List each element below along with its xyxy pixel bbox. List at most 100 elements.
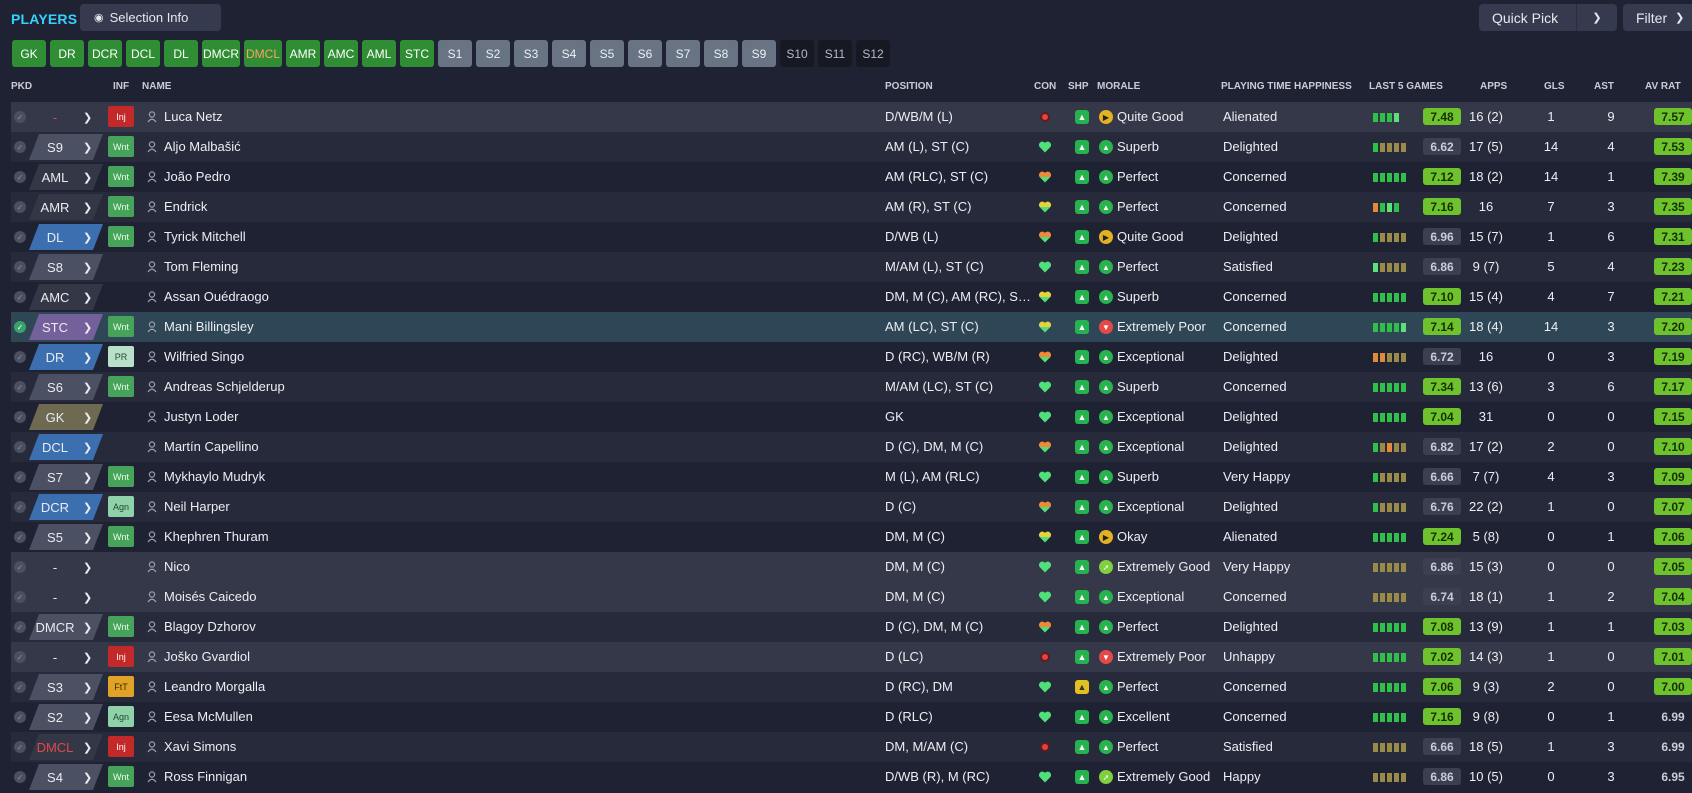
player-name[interactable]: Endrick <box>164 199 207 214</box>
pkd-position-select[interactable]: GK ❯ <box>29 404 103 430</box>
player-name[interactable]: Luca Netz <box>164 109 223 124</box>
player-name[interactable]: João Pedro <box>164 169 231 184</box>
pill-s3[interactable]: S3 <box>514 40 548 67</box>
pick-checkbox[interactable]: ✓ <box>14 141 26 153</box>
table-row[interactable]: ✓ GK ❯ Justyn Loder GK ▲ ▲ Exceptional Delighted… <box>11 402 1692 432</box>
pkd-position-select[interactable]: AMR ❯ <box>29 194 103 220</box>
pick-checkbox[interactable]: ✓ <box>14 381 26 393</box>
pick-checkbox[interactable]: ✓ <box>14 681 26 693</box>
pill-s11[interactable]: S11 <box>818 40 852 67</box>
info-badge[interactable]: Agn <box>108 496 134 517</box>
player-name[interactable]: Tyrick Mitchell <box>164 229 246 244</box>
column-header-ast[interactable]: AST <box>1594 81 1614 92</box>
pill-dcr[interactable]: DCR <box>88 40 122 67</box>
pick-checkbox[interactable]: ✓ <box>14 741 26 753</box>
column-header-last5[interactable]: LAST 5 GAMES <box>1369 81 1443 92</box>
filter-button[interactable]: Filter ❯ <box>1623 4 1692 31</box>
player-name[interactable]: Joško Gvardiol <box>164 649 250 664</box>
pkd-position-select[interactable]: DL ❯ <box>29 224 103 250</box>
pkd-position-select[interactable]: - ❯ <box>29 554 103 580</box>
info-badge[interactable]: Wnt <box>108 136 134 157</box>
selection-info-button[interactable]: ◉ Selection Info <box>80 4 221 31</box>
player-name[interactable]: Martín Capellino <box>164 439 259 454</box>
pick-checkbox[interactable]: ✓ <box>14 771 26 783</box>
pill-s4[interactable]: S4 <box>552 40 586 67</box>
pkd-position-select[interactable]: DR ❯ <box>29 344 103 370</box>
table-row[interactable]: ✓ DR ❯ PR Wilfried Singo D (RC), WB/M (R) ▲ ▲ Ex… <box>11 342 1692 372</box>
pick-checkbox[interactable]: ✓ <box>14 171 26 183</box>
table-row[interactable]: ✓ S9 ❯ Wnt Aljo Malbašić AM (L), ST (C) ▲ ▲ Supe… <box>11 132 1692 162</box>
pill-dr[interactable]: DR <box>50 40 84 67</box>
table-row[interactable]: ✓ AMR ❯ Wnt Endrick AM (R), ST (C) ▲ ▲ Perfect Co… <box>11 192 1692 222</box>
pkd-position-select[interactable]: S7 ❯ <box>29 464 103 490</box>
pkd-position-select[interactable]: DCR ❯ <box>29 494 103 520</box>
player-name[interactable]: Tom Fleming <box>164 259 238 274</box>
column-header-morale[interactable]: MORALE <box>1097 81 1140 92</box>
pkd-position-select[interactable]: S2 ❯ <box>29 704 103 730</box>
table-row[interactable]: ✓ DMCL ❯ Inj Xavi Simons DM, M/AM (C) ▲ ▲ Perfec… <box>11 732 1692 762</box>
table-row[interactable]: ✓ DCL ❯ Martín Capellino D (C), DM, M (C) ▲ ▲ E… <box>11 432 1692 462</box>
pill-s9[interactable]: S9 <box>742 40 776 67</box>
info-badge[interactable]: Wnt <box>108 466 134 487</box>
table-row[interactable]: ✓ DL ❯ Wnt Tyrick Mitchell D/WB (L) ▲ ▶ Quite Go… <box>11 222 1692 252</box>
info-badge[interactable]: Inj <box>108 646 134 667</box>
table-row[interactable]: ✓ AMC ❯ Assan Ouédraogo DM, M (C), AM (RC), … <box>11 282 1692 312</box>
pill-amr[interactable]: AMR <box>286 40 320 67</box>
pick-checkbox[interactable]: ✓ <box>14 501 26 513</box>
pkd-position-select[interactable]: S8 ❯ <box>29 254 103 280</box>
column-header-pth[interactable]: PLAYING TIME HAPPINESS <box>1221 81 1352 92</box>
player-name[interactable]: Justyn Loder <box>164 409 238 424</box>
pkd-position-select[interactable]: S6 ❯ <box>29 374 103 400</box>
pick-checkbox[interactable]: ✓ <box>14 531 26 543</box>
chevron-down-icon[interactable]: ❯ <box>1576 4 1617 31</box>
pill-s10[interactable]: S10 <box>780 40 814 67</box>
player-name[interactable]: Mani Billingsley <box>164 319 254 334</box>
pkd-position-select[interactable]: - ❯ <box>29 584 103 610</box>
pill-amc[interactable]: AMC <box>324 40 358 67</box>
info-badge[interactable]: Inj <box>108 736 134 757</box>
pick-checkbox[interactable]: ✓ <box>14 591 26 603</box>
player-name[interactable]: Nico <box>164 559 190 574</box>
pill-gk[interactable]: GK <box>12 40 46 67</box>
pick-checkbox[interactable]: ✓ <box>14 561 26 573</box>
info-badge[interactable]: Wnt <box>108 766 134 787</box>
pkd-position-select[interactable]: DCL ❯ <box>29 434 103 460</box>
info-badge[interactable]: PR <box>108 346 134 367</box>
pick-checkbox[interactable]: ✓ <box>14 351 26 363</box>
player-name[interactable]: Eesa McMullen <box>164 709 253 724</box>
pkd-position-select[interactable]: DMCL ❯ <box>29 734 103 760</box>
pill-dl[interactable]: DL <box>164 40 198 67</box>
table-row[interactable]: ✓ S6 ❯ Wnt Andreas Schjelderup M/AM (LC), ST … <box>11 372 1692 402</box>
pill-s12[interactable]: S12 <box>856 40 890 67</box>
table-row[interactable]: ✓ - ❯ Inj Joško Gvardiol D (LC) ▲ ▼ Extremely Po… <box>11 642 1692 672</box>
column-header-gls[interactable]: GLS <box>1544 81 1565 92</box>
info-badge[interactable]: Wnt <box>108 526 134 547</box>
info-badge[interactable]: Wnt <box>108 166 134 187</box>
info-badge[interactable]: Wnt <box>108 376 134 397</box>
player-name[interactable]: Andreas Schjelderup <box>164 379 285 394</box>
table-row[interactable]: ✓ STC ❯ Wnt Mani Billingsley AM (LC), ST (C) ▲… <box>11 312 1692 342</box>
info-badge[interactable]: Wnt <box>108 316 134 337</box>
pkd-position-select[interactable]: DMCR ❯ <box>29 614 103 640</box>
pick-checkbox[interactable]: ✓ <box>14 291 26 303</box>
column-header-apps[interactable]: APPS <box>1480 81 1507 92</box>
column-header-inf[interactable]: INF <box>113 81 129 92</box>
player-name[interactable]: Xavi Simons <box>164 739 236 754</box>
column-header-shp[interactable]: SHP <box>1068 81 1089 92</box>
pkd-position-select[interactable]: S9 ❯ <box>29 134 103 160</box>
pick-checkbox[interactable]: ✓ <box>14 261 26 273</box>
player-name[interactable]: Ross Finnigan <box>164 769 247 784</box>
table-row[interactable]: ✓ S2 ❯ Agn Eesa McMullen D (RLC) ▲ ▲ Excellent Co… <box>11 702 1692 732</box>
pkd-position-select[interactable]: STC ❯ <box>29 314 103 340</box>
pill-dcl[interactable]: DCL <box>126 40 160 67</box>
info-badge[interactable]: Agn <box>108 706 134 727</box>
pill-s1[interactable]: S1 <box>438 40 472 67</box>
table-row[interactable]: ✓ S8 ❯ Tom Fleming M/AM (L), ST (C) ▲ ▲ Perfect… <box>11 252 1692 282</box>
table-row[interactable]: ✓ AML ❯ Wnt João Pedro AM (RLC), ST (C) ▲ ▲ Perf… <box>11 162 1692 192</box>
info-badge[interactable]: Inj <box>108 106 134 127</box>
pill-s2[interactable]: S2 <box>476 40 510 67</box>
pkd-position-select[interactable]: S3 ❯ <box>29 674 103 700</box>
player-name[interactable]: Assan Ouédraogo <box>164 289 269 304</box>
table-row[interactable]: ✓ S4 ❯ Wnt Ross Finnigan D/WB (R), M (RC) ▲ ➚ Ex… <box>11 762 1692 792</box>
column-header-position[interactable]: POSITION <box>885 81 933 92</box>
